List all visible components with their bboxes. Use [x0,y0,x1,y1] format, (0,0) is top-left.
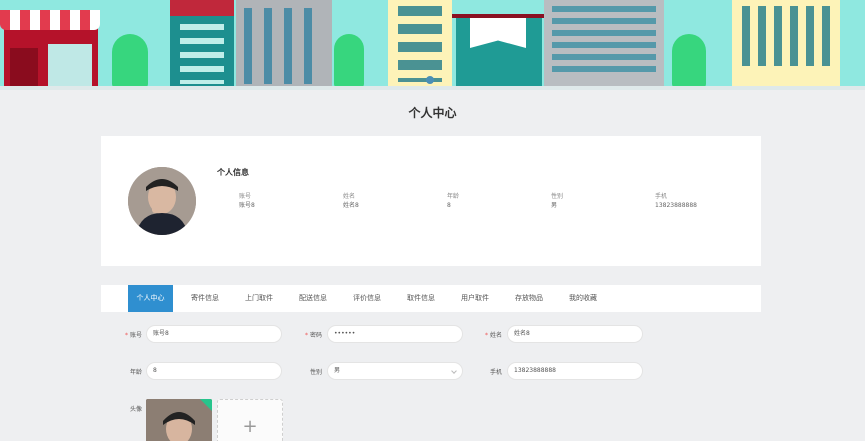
banner-tree [112,34,148,88]
profile-field-gender: 性别 男 [551,192,563,210]
profile-field-age: 年龄 8 [447,192,459,210]
age-label: 年龄 [129,369,142,376]
banner-shop-door [10,48,38,88]
profile-field-value: 13823888888 [655,202,697,209]
banner-roof [170,0,234,16]
profile-field-label: 姓名 [343,193,356,200]
banner-bar [452,14,544,18]
profile-field-label: 手机 [655,193,668,200]
banner-dot [426,76,434,84]
profile-field-label: 账号 [239,193,252,200]
password-label: * 密码 [304,332,322,339]
avatar-label: 头像 [129,406,142,413]
profile-field-name: 姓名 姓名8 [343,192,359,210]
avatar-upload-button[interactable]: + [217,399,283,441]
banner-awning [0,10,100,30]
profile-field-value: 姓名8 [343,202,359,209]
plus-icon: + [242,416,258,437]
gender-select-value: 男 [334,367,341,374]
tab-delivery-info[interactable]: 配送信息 [289,285,337,312]
profile-field-phone: 手机 13823888888 [655,192,697,210]
check-icon [200,399,212,411]
page-title: 个人中心 [408,106,457,120]
account-input[interactable]: 账号8 [146,325,282,343]
banner-shop-window [48,44,92,88]
header-banner [0,0,865,90]
profile-card: 个人信息 账号 账号8 姓名 姓名8 年龄 8 性别 男 手机 13823888… [101,136,761,266]
phone-input[interactable]: 13823888888 [507,362,643,380]
phone-label: 手机 [489,369,502,376]
profile-section-title: 个人信息 [217,168,249,177]
gender-select[interactable]: 男 [327,362,463,380]
tab-review-info[interactable]: 评价信息 [343,285,391,312]
tab-stored-items[interactable]: 存放物品 [505,285,553,312]
avatar-thumbnail[interactable] [146,399,212,441]
profile-field-label: 性别 [551,193,564,200]
tab-door-pickup[interactable]: 上门取件 [235,285,283,312]
profile-field-label: 年龄 [447,193,460,200]
name-label: * 姓名 [484,332,502,339]
tab-my-favorites[interactable]: 我的收藏 [559,285,607,312]
chevron-down-icon [451,368,457,374]
age-input[interactable]: 8 [146,362,282,380]
tab-personal-center[interactable]: 个人中心 [128,285,173,312]
banner-windows-yellow [398,6,442,82]
banner-windows-grey-right [552,6,656,78]
banner-windows-grey [244,8,324,84]
tab-pickup-info[interactable]: 取件信息 [397,285,445,312]
profile-field-value: 男 [551,202,558,209]
password-input[interactable]: •••••• [327,325,463,343]
tab-user-pickup[interactable]: 用户取件 [451,285,499,312]
avatar [128,167,196,235]
account-label: * 账号 [124,332,142,339]
banner-tree [334,34,364,88]
tab-bar: 个人中心 寄件信息 上门取件 配送信息 评价信息 取件信息 用户取件 存放物品 … [101,285,761,312]
avatar-photo [128,167,196,235]
banner-windows-yellow-right [742,6,830,66]
profile-field-value: 账号8 [239,202,255,209]
name-input[interactable]: 姓名8 [507,325,643,343]
banner-tree [672,34,706,88]
tab-send-info[interactable]: 寄件信息 [181,285,229,312]
profile-field-account: 账号 账号8 [239,192,255,210]
banner-windows [180,24,224,84]
profile-field-value: 8 [447,202,451,209]
gender-label: 性别 [309,369,322,376]
banner-divider [0,86,865,90]
